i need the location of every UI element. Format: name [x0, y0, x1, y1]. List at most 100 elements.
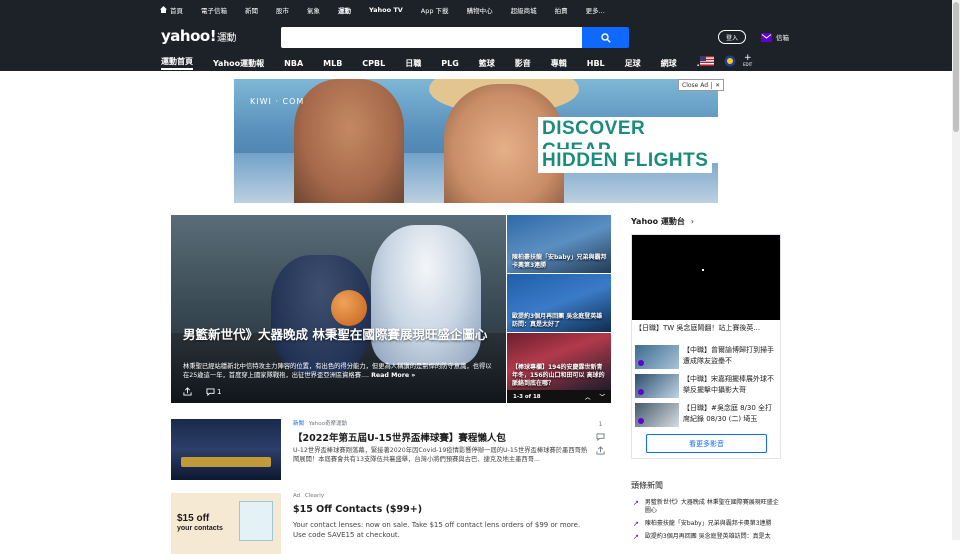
scrollbar-thumb[interactable] — [953, 2, 959, 132]
topnav-more[interactable]: 更多... — [586, 5, 605, 15]
side-story-caption: 【棒球專欄】194的安慶霖世新青年冬，156的山口和田可以 高球的脈絡到底在哪？ — [512, 364, 605, 387]
topnav-news[interactable]: 新聞 — [245, 5, 258, 15]
subnav-npb[interactable]: 日職 — [405, 58, 421, 69]
topnav-app-download[interactable]: App 下載 — [421, 5, 449, 15]
chevron-down-icon[interactable]: ﹀ — [599, 393, 605, 401]
subnav-video[interactable]: 影音 — [515, 58, 531, 69]
video-list-item[interactable]: 【中職】宋嘉翔擺棒展外球不樂反擺擊中攝影大哥 — [635, 374, 779, 398]
subnav-tennis[interactable]: 網球 — [661, 58, 677, 69]
sports-subnav: 運動首頁 Yahoo運動報 NBA MLB CPBL 日職 PLG 籃球 影音 … — [161, 56, 726, 70]
subnav-nba[interactable]: NBA — [284, 59, 303, 68]
home-icon — [160, 6, 167, 13]
edit-label[interactable]: EDIT — [743, 62, 752, 67]
video-title: 【中職】曾爾諭博歸打到掃手遭成隊友盜壘不 — [683, 346, 774, 365]
topnav-stocks[interactable]: 股市 — [276, 5, 289, 15]
side-story-caption: 陳柏豪扶龍「安baby」兄弟與霸邦卡奧第3連勝 — [512, 254, 607, 269]
topnav-shopping[interactable]: 購物中心 — [467, 5, 493, 15]
search-input[interactable] — [281, 27, 582, 48]
yahoo-sports-logo[interactable]: yahoo!運動 — [161, 27, 237, 45]
story-comment-count: 1 — [598, 421, 603, 428]
read-more-link[interactable]: Read More » — [371, 372, 415, 379]
hero-story[interactable]: 男籃新世代》大器晚成 林秉聖在國際賽展現旺盛企圖心 林秉聖已經站穩新北中信特攻主… — [171, 215, 506, 403]
team-logo-icon[interactable] — [724, 55, 736, 67]
basketball-image — [331, 290, 367, 326]
side-story[interactable]: 陳柏豪扶龍「安baby」兄弟與霸邦卡奧第3連勝 — [507, 215, 611, 273]
subnav-albums[interactable]: 專輯 — [551, 58, 567, 69]
video-list-item[interactable]: 【日職】#吳念庭 8/30 全打席紀錄 08/30 (二) 埼玉 — [635, 403, 779, 427]
headline-item[interactable]: ↗ 陳柏豪扶龍「安baby」兄弟與霸邦卡奧第3連勝 — [633, 520, 783, 528]
subnav-basketball[interactable]: 籃球 — [479, 58, 495, 69]
video-widget: 【日職】TW 吳念庭鬧翻！站上賽後英... 【中職】曾爾諭博歸打到掃手遭成隊友盜… — [631, 234, 781, 459]
comment-icon[interactable] — [596, 433, 605, 441]
login-button[interactable]: 登入 — [718, 30, 746, 44]
kiwi-ad-banner[interactable]: KIWI · COM DISCOVER CHEAP HIDDEN FLIGHTS — [234, 79, 718, 203]
video-thumbnail — [635, 345, 679, 369]
topnav-home[interactable]: 首頁 — [160, 5, 183, 15]
story-actions: 1 — [596, 421, 605, 455]
trending-icon: ↗ — [633, 499, 639, 507]
video-title: 【日職】#吳念庭 8/30 全打席紀錄 08/30 (二) 埼玉 — [683, 404, 773, 423]
comment-icon — [206, 387, 215, 396]
ad-headline-line2: HIDDEN FLIGHTS — [538, 149, 713, 173]
story-headline[interactable]: 【2022年第五屆U-15世界盃棒球賽】賽程懶人包 — [293, 430, 506, 444]
logo-sub: 運動 — [217, 33, 237, 44]
trending-icon: ↗ — [633, 520, 639, 528]
more-videos-button[interactable]: 看更多影音 — [646, 434, 767, 453]
video-player[interactable] — [632, 235, 780, 320]
close-ad-button[interactable]: Close Ad ✕ — [678, 79, 725, 91]
subnav-sports-home[interactable]: 運動首頁 — [161, 56, 193, 70]
hero-description: 林秉聖已經站穩新北中信特攻主力陣容的位置，有出色的得分能力，但更為人稱讚的是剽悍… — [183, 362, 493, 380]
story-item[interactable]: 新聞 Yahoo奇摩運動 【2022年第五屆U-15世界盃棒球賽】賽程懶人包 U… — [171, 419, 611, 481]
subnav-plg[interactable]: PLG — [441, 59, 459, 68]
chevron-up-icon[interactable]: ︿ — [585, 393, 591, 401]
headline-item[interactable]: ↗ 男籃新世代》大器晚成 林秉聖在國際賽展現旺盛企圖心 — [633, 499, 783, 515]
topnav-mail[interactable]: 電子信箱 — [201, 5, 227, 15]
top-navigation: 首頁 電子信箱 新聞 股市 氣象 運動 Yahoo TV App 下載 購物中心… — [0, 0, 952, 19]
hero-actions: 1 — [183, 387, 221, 396]
side-story[interactable]: 【棒球專欄】194的安慶霖世新青年冬，156的山口和田可以 高球的脈絡到底在哪？ — [507, 333, 611, 391]
topnav-item-label: 首頁 — [170, 6, 183, 15]
usa-flag-icon[interactable] — [700, 56, 714, 66]
topnav-weather[interactable]: 氣象 — [307, 5, 320, 15]
ad-provider[interactable]: Clearly — [305, 493, 324, 499]
ad-label: Ad — [293, 493, 301, 499]
subnav-mlb[interactable]: MLB — [323, 59, 342, 68]
yahoo-tv-title-label: Yahoo 運動台 — [631, 217, 685, 226]
hero-title[interactable]: 男籃新世代》大器晚成 林秉聖在國際賽展現旺盛企圖心 — [183, 327, 488, 343]
page-scrollbar[interactable] — [952, 0, 960, 540]
story-thumbnail — [171, 419, 281, 480]
video-list-item[interactable]: 【中職】曾爾諭博歸打到掃手遭成隊友盜壘不 — [635, 345, 779, 369]
ad-headline[interactable]: $15 Off Contacts ($99+) — [293, 504, 422, 515]
search-button[interactable] — [582, 27, 629, 48]
topnav-auction[interactable]: 拍賣 — [555, 5, 568, 15]
subnav-soccer[interactable]: 足球 — [625, 58, 641, 69]
subnav-yahoo-sports-report[interactable]: Yahoo運動報 — [213, 58, 264, 69]
video-thumbnail — [635, 374, 679, 398]
share-icon[interactable] — [183, 387, 192, 396]
ad-story-item[interactable]: $15 off your contacts Ad Clearly $15 Off… — [171, 493, 611, 554]
now-playing-title[interactable]: 【日職】TW 吳念庭鬧翻！站上賽後英... — [635, 323, 779, 333]
ad-brand: KIWI · COM — [250, 97, 305, 106]
topnav-yahoo-tv[interactable]: Yahoo TV — [369, 6, 403, 14]
add-team-icon[interactable]: + — [744, 54, 752, 63]
hero-comments[interactable]: 1 — [206, 388, 221, 396]
video-cursor — [702, 269, 704, 271]
side-story[interactable]: 歐提約3個月再回團 吳念庭登英雄訪問：真是太好了 — [507, 274, 611, 332]
yahoo-tv-title[interactable]: Yahoo 運動台 › — [631, 216, 694, 227]
mail-link[interactable]: 信箱 — [761, 32, 789, 42]
share-icon[interactable] — [596, 446, 605, 455]
topnav-mall[interactable]: 超級商城 — [511, 5, 537, 15]
subnav-hbl[interactable]: HBL — [587, 59, 605, 68]
ad-thumb-subtitle: your contacts — [177, 525, 223, 532]
mail-label: 信箱 — [776, 34, 789, 42]
subnav-cpbl[interactable]: CPBL — [362, 59, 385, 68]
ad-thumb-price: $15 off — [177, 513, 210, 524]
story-source[interactable]: 新聞 — [293, 421, 304, 427]
close-ad-label: Close Ad — [682, 81, 709, 89]
carousel-pager: 1-3 of 18 ︿ ﹀ — [507, 390, 611, 403]
team-banner — [181, 457, 271, 467]
video-thumbnail — [635, 403, 679, 427]
chevron-right-icon: › — [690, 217, 694, 226]
contact-lens-box-image — [239, 501, 273, 541]
topnav-sports[interactable]: 運動 — [338, 5, 351, 15]
